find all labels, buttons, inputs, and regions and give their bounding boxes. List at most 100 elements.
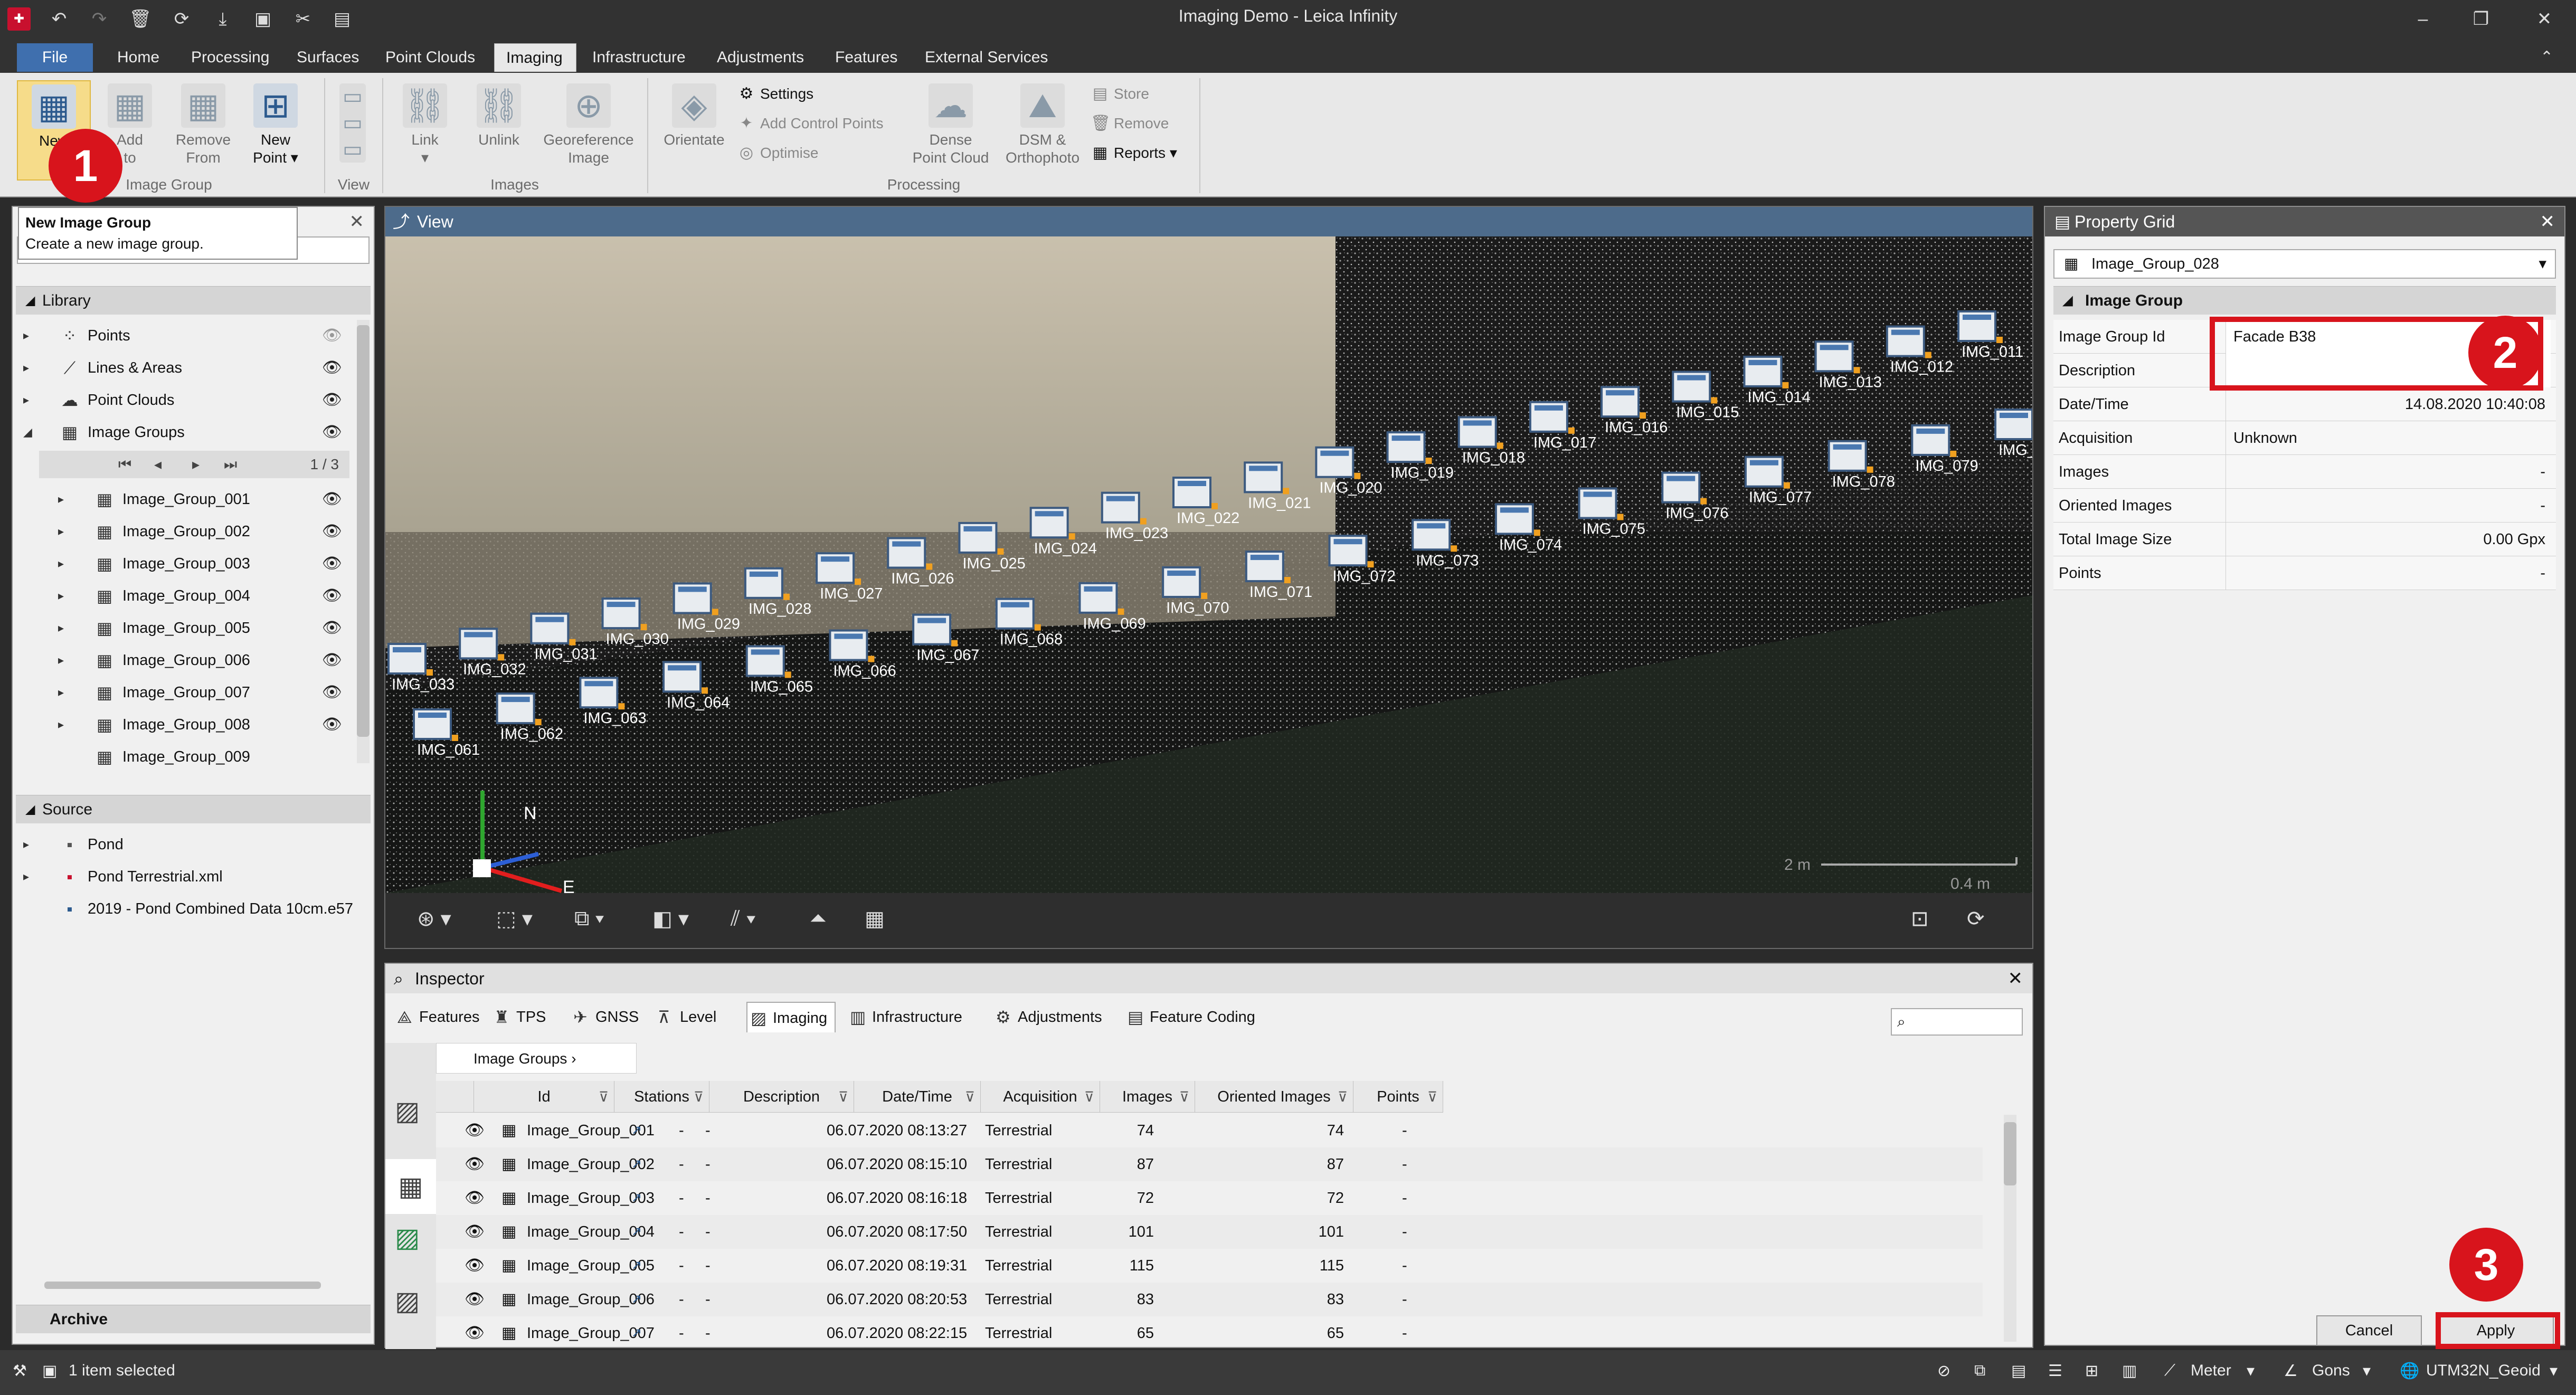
tree-item-image-group[interactable]: ▸ ▦ Image_Group_005 👁 [16,612,349,644]
visibility-eye-icon[interactable]: 👁 [465,1283,485,1316]
visibility-eye-icon[interactable]: 👁 [322,516,342,547]
camera-position-icon[interactable] [1172,477,1218,509]
camera-position-icon[interactable] [459,628,505,661]
chevron-down-icon[interactable]: ▾ [2363,1362,2371,1380]
settings-button[interactable]: ⚙ Settings [737,83,814,105]
close-icon[interactable]: ✕ [349,207,365,236]
remove-from-button[interactable]: ▦ Remove From [169,83,238,167]
camera-position-icon[interactable] [829,629,875,662]
tools-icon[interactable]: ⚒ [13,1362,27,1380]
camera-position-icon[interactable] [744,567,790,600]
table-row[interactable]: 👁 ▦ Image_Group_003 ↗ - -06.07.2020 08:16:18 T… [436,1181,1983,1215]
camera-position-icon[interactable] [1078,582,1124,615]
tree-item-image-group[interactable]: ▸ ▦ Image_Group_007 👁 [16,677,349,708]
camera-position-icon[interactable] [1827,440,1873,473]
camera-position-icon[interactable] [1101,491,1147,525]
camera-position-icon[interactable] [1743,355,1789,388]
camera-position-icon[interactable] [912,613,958,647]
reports-button[interactable]: ▦ Reports ▾ [1091,143,1177,164]
filter-icon[interactable]: ⊽ [1084,1081,1094,1113]
structure-icon[interactable]: ⊞ [2085,1362,2098,1380]
source-section-header[interactable]: ◢ Source [16,795,371,823]
tab-surfaces[interactable]: Surfaces [285,43,371,72]
dense-point-cloud-button[interactable]: ☁ Dense Point Cloud [906,83,996,167]
prev-page-icon[interactable]: ◂ [154,451,162,478]
visibility-eye-icon[interactable]: 👁 [322,677,342,708]
visibility-eye-icon[interactable]: 👁 [322,483,342,515]
camera-position-icon[interactable] [530,612,576,646]
angle-unit-selector[interactable]: Gons [2312,1362,2350,1380]
camera-position-icon[interactable] [995,597,1041,631]
tab-external-services[interactable]: External Services [913,43,1059,72]
tree-item-image-group[interactable]: ▸ ▦ Image_Group_008 👁 [16,709,349,741]
expand-icon[interactable]: ▸ [58,677,64,708]
close-icon[interactable]: ✕ [2523,5,2565,33]
unit-selector[interactable]: Meter [2191,1362,2231,1380]
ruler-icon[interactable]: ⟋ [2164,1362,2175,1380]
close-icon[interactable]: ✕ [2008,964,2023,993]
camera-position-icon[interactable] [1529,401,1575,434]
camera-position-icon[interactable] [601,597,647,631]
column-header[interactable]: Date/Time ⊽ [854,1081,981,1113]
store-button[interactable]: ▤ Store [1091,83,1149,105]
optimise-button[interactable]: ◎ Optimise [737,143,819,164]
camera-position-icon[interactable] [1386,431,1432,464]
georeferenced-images-icon[interactable]: ▨ [395,1222,420,1253]
column-header[interactable]: Oriented Images ⊽ [1195,1081,1353,1113]
tree-item-image-group[interactable]: ▸ ▦ Image_Group_001 👁 [16,483,349,515]
column-header[interactable]: Description ⊽ [709,1081,854,1113]
grid-icon[interactable]: ▦ [865,907,885,931]
zoom-extent-icon[interactable]: ⊡ [1911,907,1929,931]
tree-item-image-group[interactable]: ▦ Image_Group_009 [16,741,349,773]
camera-position-icon[interactable] [387,643,433,676]
expand-icon[interactable]: ▸ [58,709,64,741]
calculator-icon[interactable]: ▥ [2122,1362,2137,1380]
tab-imaging[interactable]: Imaging [494,43,576,72]
tab-adjustments[interactable]: Adjustments [705,43,816,72]
tree-item-image-groups[interactable]: ◢ ▦ Image Groups 👁 [16,416,349,448]
camera-position-icon[interactable] [1672,371,1718,404]
visibility-eye-icon[interactable]: 👁 [465,1215,485,1249]
camera-position-icon[interactable] [579,677,625,710]
column-header[interactable]: Acquisition ⊽ [981,1081,1100,1113]
table-row[interactable]: 👁 ▦ Image_Group_001 ↗ - -06.07.2020 08:13:27 T… [436,1114,1983,1147]
link-button[interactable]: ⛓ Link ▾ [391,83,459,167]
visibility-eye-icon[interactable]: 👁 [322,612,342,644]
inspector-tab-adjustments[interactable]: ⚙ Adjustments [992,1002,1102,1032]
camera-position-icon[interactable] [1162,566,1208,599]
camera-position-icon[interactable] [1315,446,1361,479]
camera-position-icon[interactable] [1457,416,1503,449]
first-page-icon[interactable]: ⏮ [118,451,131,478]
camera-position-icon[interactable] [662,661,708,694]
view-toggle-button[interactable]: ▭ ▭ ▭ [332,83,374,166]
source-scrollbar[interactable] [44,1282,321,1289]
tab-home[interactable]: Home [106,43,171,72]
camera-position-icon[interactable] [1328,535,1374,568]
layers-icon[interactable]: ☰ [2048,1362,2062,1380]
georeference-image-button[interactable]: ⊕ Georeference Image [538,83,639,167]
camera-position-icon[interactable] [496,692,542,726]
library-section-header[interactable]: ◢ Library [16,286,371,315]
tab-processing[interactable]: Processing [179,43,281,72]
column-header[interactable]: Points ⊽ [1353,1081,1443,1113]
tab-infrastructure[interactable]: Infrastructure [581,43,697,72]
filter-icon[interactable]: ⊽ [599,1081,609,1113]
tree-item-lines-areas[interactable]: ▸ ⟋ Lines & Areas 👁 [16,352,349,384]
library-scrollbar[interactable] [357,320,370,763]
visibility-eye-icon[interactable]: 👁 [465,1147,485,1181]
filter-icon[interactable]: ⊽ [1338,1081,1348,1113]
layers-icon[interactable]: ⧉ ▾ [574,907,604,931]
paint-icon[interactable]: ⫽ ▾ [731,907,756,931]
inspector-tab-feature-coding[interactable]: ▤ Feature Coding [1124,1002,1255,1032]
camera-position-icon[interactable] [1412,519,1457,552]
box-icon[interactable]: ◧ ▾ [652,907,689,931]
open-link-icon[interactable]: ↗ [631,1147,642,1181]
column-header[interactable]: Stations ⊽ [614,1081,709,1113]
tree-item-image-group[interactable]: ▸ ▦ Image_Group_002 👁 [16,516,349,547]
visibility-eye-icon[interactable]: 👁 [465,1249,485,1283]
filter-icon[interactable]: ⊽ [965,1081,975,1113]
navigate-icon[interactable]: ⊛ ▾ [417,907,451,931]
images-icon[interactable]: ▨ [395,1096,420,1126]
tree-item-image-group[interactable]: ▸ ▦ Image_Group_004 👁 [16,580,349,612]
object-selector-dropdown[interactable]: ▦ Image_Group_028 ▾ [2053,249,2556,279]
